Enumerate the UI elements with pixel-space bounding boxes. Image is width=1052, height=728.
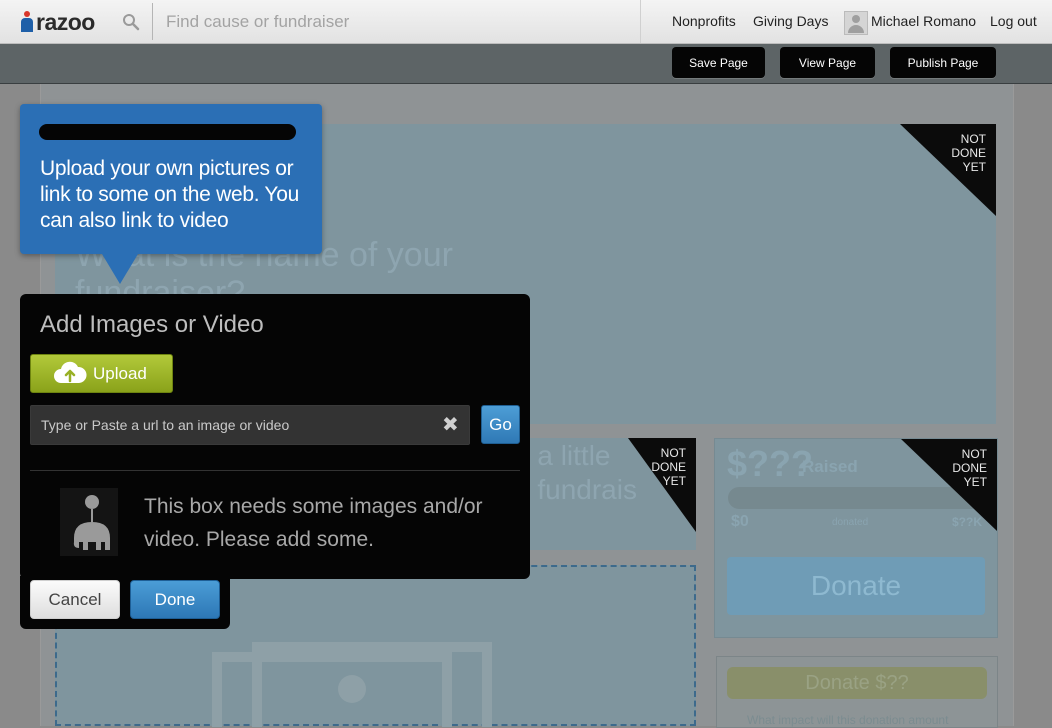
progress-start: $0 [731, 513, 749, 530]
avatar[interactable] [844, 11, 868, 35]
media-url-input[interactable] [31, 406, 451, 444]
url-field: ✖ [30, 405, 470, 445]
not-done-text: NOT DONE YET [651, 446, 686, 488]
save-page-button[interactable]: Save Page [672, 47, 765, 78]
progress-donated-label: donated [832, 517, 869, 528]
nav-right: Nonprofits Giving Days Michael Romano Lo… [640, 0, 1052, 43]
fundraising-card: $??? Raised $0 donated $??K Donate NOT D… [714, 438, 998, 638]
logo-text: razoo [36, 8, 95, 35]
image-placeholder-icon [212, 642, 492, 727]
top-nav: razoo Nonprofits Giving Days Michael Rom… [0, 0, 1052, 44]
nav-user-name[interactable]: Michael Romano [871, 13, 976, 29]
razoo-logo[interactable]: razoo [20, 8, 95, 36]
upload-label: Upload [93, 363, 147, 383]
view-page-button[interactable]: View Page [780, 47, 875, 78]
empty-media-message: This box needs some images and/or video.… [144, 495, 483, 551]
search-divider [152, 3, 153, 40]
donation-level-card: Donate $?? What impact will this donatio… [716, 656, 998, 728]
editor-toolbar: Save Page View Page Publish Page [0, 44, 1052, 84]
tooltip-arrow [102, 254, 138, 284]
progress-goal: $??K [952, 515, 982, 529]
not-done-text: NOT DONE YET [952, 447, 987, 489]
raised-amount: $??? [727, 443, 813, 484]
done-button[interactable]: Done [130, 580, 220, 619]
publish-page-button[interactable]: Publish Page [890, 47, 996, 78]
dialog-title: Add Images or Video [40, 311, 264, 338]
story-section[interactable]: g a little o fundrais NOT DONE YET [514, 438, 696, 550]
donate-amount-button[interactable]: Donate $?? [727, 667, 987, 699]
cancel-button[interactable]: Cancel [30, 580, 120, 619]
search-input[interactable] [160, 7, 642, 36]
not-done-badge: NOT DONE YET [900, 124, 996, 216]
impact-placeholder: What impact will this donation amount [747, 713, 949, 727]
progress-bar [728, 487, 984, 509]
nav-link-giving-days[interactable]: Giving Days [753, 13, 828, 29]
help-tooltip: Upload your own pictures or link to some… [20, 104, 322, 284]
not-done-badge: NOT DONE YET [901, 439, 997, 531]
clear-icon[interactable]: ✖ [442, 415, 462, 435]
cloud-upload-icon [54, 361, 87, 383]
razoo-logo-icon [20, 11, 34, 33]
search-icon[interactable] [121, 12, 141, 32]
go-button[interactable]: Go [481, 405, 520, 444]
not-done-badge: NOT DONE YET [628, 438, 696, 532]
donate-button[interactable]: Donate [727, 557, 985, 615]
story-placeholder-line2: o fundrais [514, 474, 637, 505]
tooltip-bar [39, 124, 296, 140]
raised-label: Raised [802, 457, 858, 476]
elephant-balloon-icon [60, 488, 118, 556]
logout-link[interactable]: Log out [990, 13, 1037, 29]
not-done-text: NOT DONE YET [951, 132, 986, 174]
dialog-footer: Cancel Done [20, 576, 230, 629]
nav-link-nonprofits[interactable]: Nonprofits [672, 13, 736, 29]
upload-button[interactable]: Upload [30, 354, 173, 393]
tooltip-text: Upload your own pictures or link to some… [40, 157, 299, 232]
dialog-divider [30, 470, 520, 471]
add-media-dialog: Add Images or Video Upload ✖ Go This box… [20, 294, 530, 579]
